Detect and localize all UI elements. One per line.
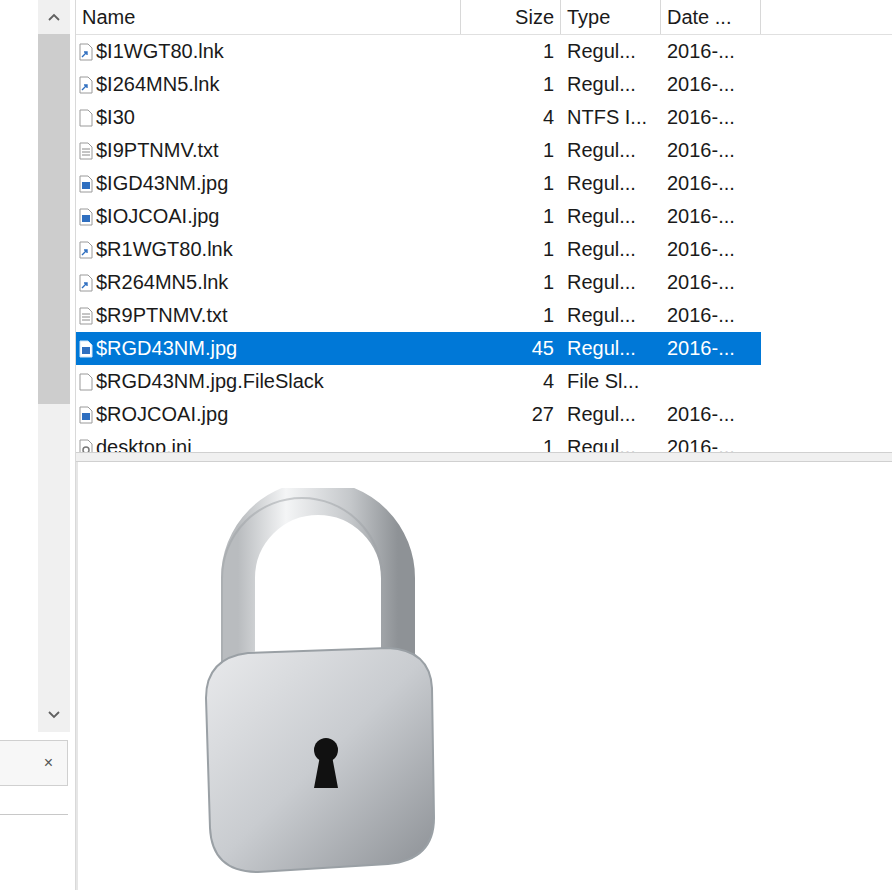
jpg-file-icon — [79, 175, 93, 193]
name-cell: $RGD43NM.jpg.FileSlack — [76, 370, 461, 393]
size-cell: 1 — [461, 172, 561, 195]
type-cell: Regul... — [561, 304, 661, 327]
date-cell: 2016-... — [661, 238, 761, 261]
name-cell: $I9PTNMV.txt — [76, 139, 461, 162]
size-cell: 1 — [461, 205, 561, 228]
date-cell: 2016-... — [661, 106, 761, 129]
index-file-icon — [79, 373, 93, 391]
size-cell: 1 — [461, 304, 561, 327]
file-row[interactable]: $I1WGT80.lnk1Regul...2016-... — [76, 35, 761, 68]
type-cell: Regul... — [561, 436, 661, 452]
type-cell: Regul... — [561, 40, 661, 63]
date-cell: 2016-... — [661, 403, 761, 426]
type-cell: NTFS I... — [561, 106, 661, 129]
scroll-thumb[interactable] — [38, 34, 70, 404]
type-cell: File Sl... — [561, 370, 661, 393]
type-cell: Regul... — [561, 271, 661, 294]
size-cell: 1 — [461, 40, 561, 63]
type-cell: Regul... — [561, 139, 661, 162]
date-cell: 2016-... — [661, 139, 761, 162]
name-cell: desktop.ini — [76, 436, 461, 452]
date-cell: 2016-... — [661, 337, 761, 360]
preview-pane — [76, 462, 892, 890]
file-row[interactable]: $IGD43NM.jpg1Regul...2016-... — [76, 167, 761, 200]
close-button[interactable]: × — [0, 740, 68, 786]
file-row[interactable]: $R264MN5.lnk1Regul...2016-... — [76, 266, 761, 299]
ini-file-icon — [79, 439, 93, 453]
name-cell: $R264MN5.lnk — [76, 271, 461, 294]
date-cell: 2016-... — [661, 436, 761, 452]
screen: ×NameSizeTypeDate ...$I1WGT80.lnk1Regul.… — [0, 0, 892, 890]
size-cell: 1 — [461, 73, 561, 96]
jpg-file-icon — [79, 406, 93, 424]
lnk-file-icon — [79, 76, 93, 94]
file-row[interactable]: $IOJCOAI.jpg1Regul...2016-... — [76, 200, 761, 233]
column-header[interactable]: Size — [461, 0, 561, 34]
date-cell: 2016-... — [661, 205, 761, 228]
file-row[interactable]: $R9PTNMV.txt1Regul...2016-... — [76, 299, 761, 332]
column-header[interactable]: Type — [561, 0, 661, 34]
txt-file-icon — [79, 307, 93, 325]
type-cell: Regul... — [561, 337, 661, 360]
name-cell: $ROJCOAI.jpg — [76, 403, 461, 426]
file-row[interactable]: desktop.ini1Regul...2016-... — [76, 431, 761, 452]
size-cell: 4 — [461, 370, 561, 393]
size-cell: 1 — [461, 139, 561, 162]
file-row[interactable]: $I304NTFS I...2016-... — [76, 101, 761, 134]
size-cell: 1 — [461, 238, 561, 261]
index-file-icon — [79, 109, 93, 127]
scroll-up-icon[interactable] — [47, 12, 61, 22]
size-cell: 1 — [461, 271, 561, 294]
scrollbar[interactable] — [38, 0, 70, 732]
tree-pane: × — [0, 0, 75, 890]
date-cell: 2016-... — [661, 304, 761, 327]
date-cell: 2016-... — [661, 73, 761, 96]
file-row[interactable]: $RGD43NM.jpg.FileSlack4File Sl... — [76, 365, 761, 398]
txt-file-icon — [79, 142, 93, 160]
type-cell: Regul... — [561, 205, 661, 228]
name-cell: $R9PTNMV.txt — [76, 304, 461, 327]
name-cell: $RGD43NM.jpg — [76, 337, 461, 360]
jpg-file-icon — [79, 208, 93, 226]
size-cell: 27 — [461, 403, 561, 426]
type-cell: Regul... — [561, 172, 661, 195]
scroll-down-icon[interactable] — [47, 710, 61, 720]
file-row[interactable]: $RGD43NM.jpg45Regul...2016-... — [76, 332, 761, 365]
lnk-file-icon — [79, 43, 93, 61]
size-cell: 1 — [461, 436, 561, 452]
lnk-file-icon — [79, 274, 93, 292]
splitter[interactable] — [76, 452, 892, 462]
file-row[interactable]: $ROJCOAI.jpg27Regul...2016-... — [76, 398, 761, 431]
type-cell: Regul... — [561, 403, 661, 426]
name-cell: $IGD43NM.jpg — [76, 172, 461, 195]
name-cell: $IOJCOAI.jpg — [76, 205, 461, 228]
name-cell: $I30 — [76, 106, 461, 129]
type-cell: Regul... — [561, 73, 661, 96]
size-cell: 4 — [461, 106, 561, 129]
padlock-icon — [198, 488, 438, 878]
size-cell: 45 — [461, 337, 561, 360]
jpg-file-icon — [79, 340, 93, 358]
column-header[interactable]: Name — [76, 0, 461, 34]
file-row[interactable]: $I264MN5.lnk1Regul...2016-... — [76, 68, 761, 101]
file-list: NameSizeTypeDate ...$I1WGT80.lnk1Regul..… — [76, 0, 892, 452]
column-header[interactable]: Date ... — [661, 0, 761, 34]
type-cell: Regul... — [561, 238, 661, 261]
name-cell: $R1WGT80.lnk — [76, 238, 461, 261]
date-cell: 2016-... — [661, 271, 761, 294]
name-cell: $I264MN5.lnk — [76, 73, 461, 96]
name-cell: $I1WGT80.lnk — [76, 40, 461, 63]
date-cell: 2016-... — [661, 172, 761, 195]
file-row[interactable]: $I9PTNMV.txt1Regul...2016-... — [76, 134, 761, 167]
lnk-file-icon — [79, 241, 93, 259]
date-cell: 2016-... — [661, 40, 761, 63]
header-row: NameSizeTypeDate ... — [76, 0, 892, 35]
file-row[interactable]: $R1WGT80.lnk1Regul...2016-... — [76, 233, 761, 266]
